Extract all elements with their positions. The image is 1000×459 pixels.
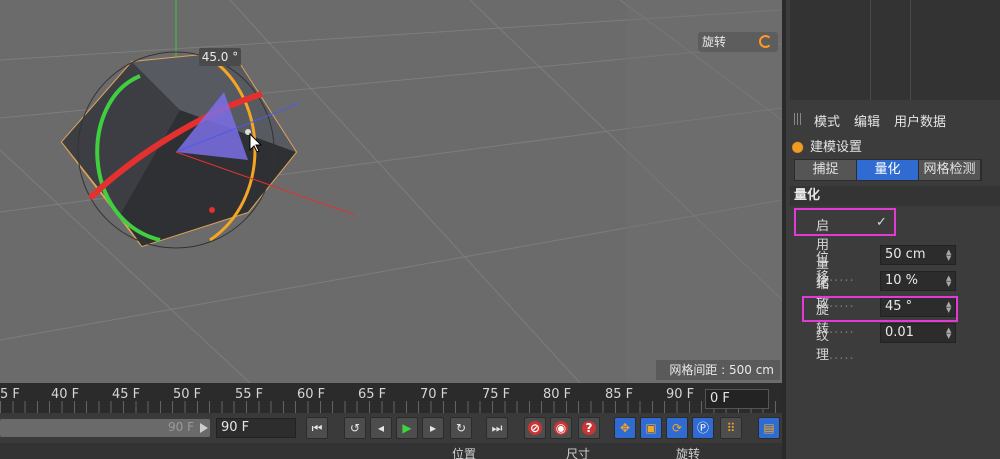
keyframe-selection-button[interactable]: ? <box>578 417 600 439</box>
highlight-enable-quantize <box>794 208 896 236</box>
coordinates-header: 位置 尺寸 旋转 <box>0 443 782 459</box>
record-active-button[interactable]: ⊘ <box>524 417 546 439</box>
stepper-arrows-icon[interactable]: ▲ ▼ <box>946 249 952 262</box>
tab-mesh-check[interactable]: 网格检测 <box>919 160 981 180</box>
angle-readout: 45.0 ° <box>199 48 241 66</box>
go-to-start-button[interactable]: ⏮ <box>306 417 328 439</box>
ruler-label: 75 F <box>482 387 511 402</box>
ruler-label: 65 F <box>358 387 387 402</box>
slider-knob-icon[interactable] <box>200 423 208 433</box>
scale-key-button[interactable]: ▣ <box>640 417 662 439</box>
end-frame-field[interactable]: 90 F <box>216 418 296 438</box>
timeline-ticks <box>0 401 782 413</box>
texture-input[interactable]: 0.01 ▲ ▼ <box>880 323 956 343</box>
parameter-key-button[interactable]: Ⓟ <box>692 417 714 439</box>
coord-position-label: 位置 <box>452 447 477 459</box>
ruler-label: 45 F <box>112 387 141 402</box>
ruler-label: 70 F <box>420 387 449 402</box>
tab-bar: 捕捉 量化 网格检测 <box>794 159 982 181</box>
next-keyframe-button[interactable]: ↻ <box>450 417 472 439</box>
field-label-texture: 纹理..... <box>816 329 855 363</box>
viewport-scene[interactable] <box>0 0 782 383</box>
menu-user-data[interactable]: 用户数据 <box>894 111 946 130</box>
timeline-menu-button[interactable]: ▤ <box>758 417 780 439</box>
tab-snap[interactable]: 捕捉 <box>795 160 857 180</box>
point-level-button[interactable]: ⠿ <box>720 417 742 439</box>
modeling-settings-icon <box>792 139 806 153</box>
current-frame-field[interactable]: 0 F <box>705 389 769 409</box>
menu-edit[interactable]: 编辑 <box>854 111 880 130</box>
play-button[interactable]: ▶ <box>396 417 418 439</box>
move-input[interactable]: 50 cm ▲ ▼ <box>880 245 956 265</box>
rotation-key-button[interactable]: ⟳ <box>666 417 688 439</box>
object-title-text: 建模设置 <box>810 140 863 155</box>
coord-size-label: 尺寸 <box>566 447 591 459</box>
previous-keyframe-button[interactable]: ↺ <box>344 417 366 439</box>
grip-handle-icon[interactable] <box>794 113 803 125</box>
stepper-arrows-icon[interactable]: ▲ ▼ <box>946 275 952 288</box>
ruler-label: 85 F <box>605 387 634 402</box>
timeline-ruler[interactable]: 5 F 40 F 45 F 50 F 55 F 60 F 65 F 70 F 7… <box>0 383 782 413</box>
slider-end-label: 90 F <box>168 420 194 434</box>
previous-frame-button[interactable]: ◂ <box>370 417 392 439</box>
rotate-icon <box>759 35 772 48</box>
ruler-label: 50 F <box>173 387 202 402</box>
attributes-menu-bar: 模式 编辑 用户数据 <box>790 108 1000 130</box>
ruler-label: 90 F <box>666 387 695 402</box>
menu-mode[interactable]: 模式 <box>814 111 840 130</box>
ruler-label: 40 F <box>51 387 80 402</box>
object-title: 建模设置 <box>792 136 862 155</box>
stepper-arrows-icon[interactable]: ▲ ▼ <box>946 327 952 340</box>
section-quantize-heading: 量化 <box>790 186 1000 206</box>
frame-range-slider[interactable]: 90 F <box>0 419 210 437</box>
ruler-label: 80 F <box>543 387 572 402</box>
rotate-mode-chip[interactable]: 旋转 <box>698 32 778 52</box>
highlight-rotate-field <box>802 296 958 322</box>
rotate-chip-label: 旋转 <box>702 35 727 49</box>
scale-input[interactable]: 10 % ▲ ▼ <box>880 271 956 291</box>
ruler-label: 60 F <box>297 387 326 402</box>
position-key-button[interactable]: ✥ <box>614 417 636 439</box>
viewport[interactable]: 45.0 ° 旋转 网格间距 : 500 cm <box>0 0 782 383</box>
object-manager-area <box>790 0 1000 100</box>
ruler-label: 5 F <box>0 387 20 402</box>
playback-controls: 90 F 90 F ⏮ ↺ ◂ ▶ ▸ ↻ ⏭ ⊘ ◉ ? ✥ ▣ ⟳ Ⓟ ⠿ … <box>0 413 782 443</box>
grid-spacing-readout: 网格间距 : 500 cm <box>656 360 780 380</box>
tab-quantize[interactable]: 量化 <box>857 160 919 180</box>
next-frame-button[interactable]: ▸ <box>422 417 444 439</box>
go-to-end-button[interactable]: ⏭ <box>486 417 508 439</box>
autokey-button[interactable]: ◉ <box>550 417 572 439</box>
coord-rotation-label: 旋转 <box>676 447 701 459</box>
ruler-label: 55 F <box>235 387 264 402</box>
